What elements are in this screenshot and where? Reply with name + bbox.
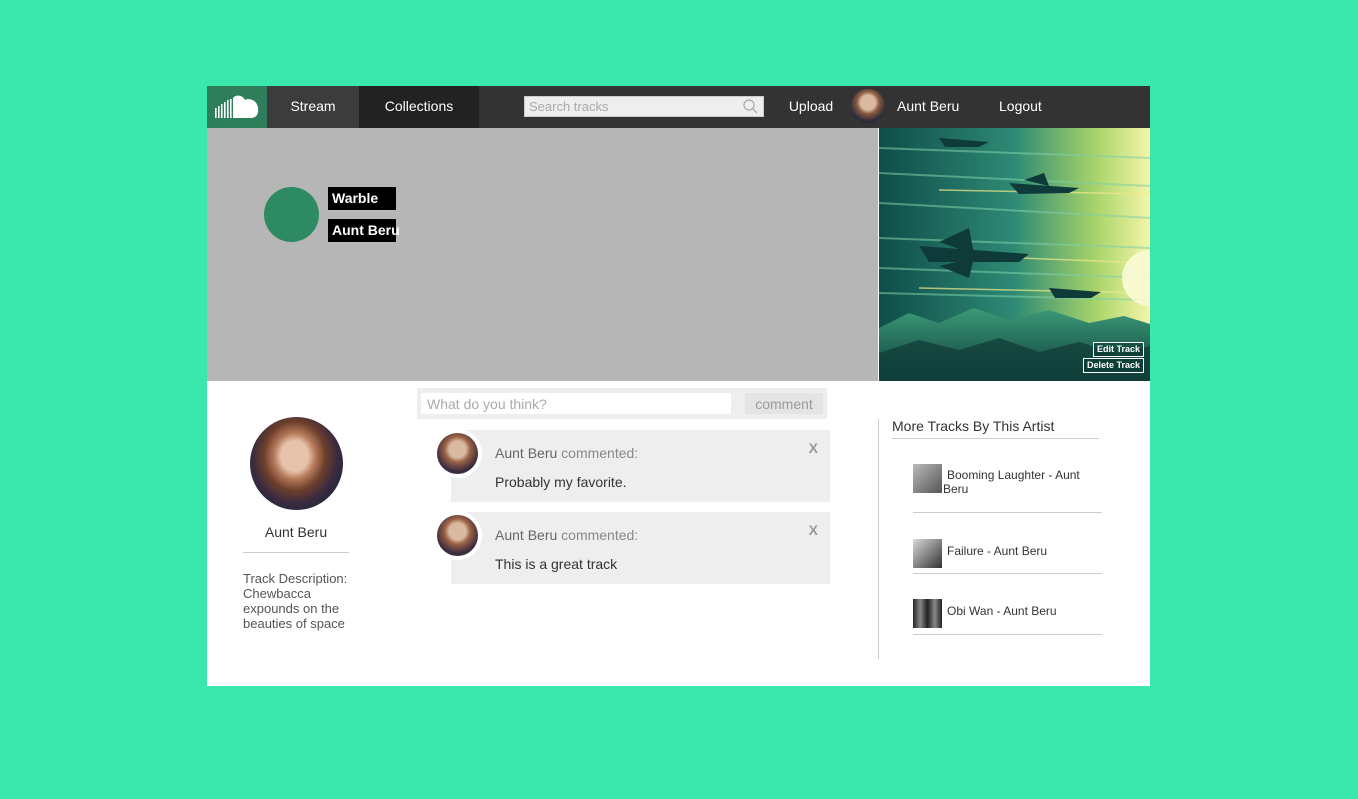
- nav-collections[interactable]: Collections: [359, 86, 479, 128]
- logo-button[interactable]: [207, 86, 267, 128]
- nav-logout[interactable]: Logout: [999, 86, 1042, 128]
- more-track-line: Beru: [943, 482, 969, 496]
- more-track-text[interactable]: Booming Laughter - Aunt Beru: [943, 468, 1080, 496]
- track-hero: Warble Aunt Beru: [207, 128, 878, 381]
- comment-author[interactable]: Aunt Beru: [495, 527, 557, 543]
- track-artwork: Edit Track Delete Track: [879, 128, 1150, 381]
- track-thumbnail: [913, 599, 942, 628]
- comment-item: Aunt Beru commented: Probably my favorit…: [451, 430, 830, 502]
- more-track-line: Booming Laughter - Aunt: [947, 468, 1080, 482]
- artist-avatar[interactable]: [250, 417, 343, 510]
- delete-track-button[interactable]: Delete Track: [1082, 358, 1144, 373]
- soundcloud-cloud-icon: [215, 95, 259, 118]
- more-tracks-heading: More Tracks By This Artist: [892, 418, 1099, 439]
- avatar-image: [437, 515, 478, 556]
- comment-header: Aunt Beru commented:: [495, 527, 638, 543]
- top-nav: Stream Collections Upload Aunt Beru Logo…: [207, 86, 1150, 128]
- track-thumbnail: [913, 539, 942, 568]
- comment-author[interactable]: Aunt Beru: [495, 445, 557, 461]
- nav-user-name[interactable]: Aunt Beru: [897, 86, 963, 128]
- avatar-image: [437, 433, 478, 474]
- more-track-text[interactable]: Obi Wan - Aunt Beru: [947, 604, 1057, 618]
- track-title: Warble: [328, 187, 396, 210]
- search-box: [524, 96, 764, 117]
- comment-header: Aunt Beru commented:: [495, 445, 638, 461]
- more-track-item[interactable]: Failure - Aunt Beru: [913, 537, 1102, 574]
- track-thumbnail: [913, 464, 942, 493]
- track-artist[interactable]: Aunt Beru: [328, 219, 400, 242]
- search-icon[interactable]: [743, 99, 758, 114]
- more-track-item[interactable]: Booming Laughter - Aunt Beru: [913, 462, 1102, 513]
- user-avatar[interactable]: [851, 89, 885, 123]
- artist-name[interactable]: Aunt Beru: [243, 524, 349, 540]
- track-description: Track Description: Chewbacca expounds on…: [243, 571, 348, 631]
- app-window: Stream Collections Upload Aunt Beru Logo…: [207, 86, 1150, 686]
- comment-body: This is a great track: [495, 556, 618, 572]
- profile-divider: [243, 552, 349, 553]
- close-icon[interactable]: X: [809, 440, 818, 456]
- sidebar-divider: [878, 419, 879, 659]
- comment-action: commented:: [561, 527, 639, 543]
- comment-item: Aunt Beru commented: This is a great tra…: [451, 512, 830, 584]
- nav-stream[interactable]: Stream: [267, 86, 359, 128]
- close-icon[interactable]: X: [809, 522, 818, 538]
- comment-avatar[interactable]: [433, 511, 482, 560]
- comment-avatar[interactable]: [433, 429, 482, 478]
- more-track-item[interactable]: Obi Wan - Aunt Beru: [913, 598, 1102, 635]
- nav-upload[interactable]: Upload: [785, 86, 837, 128]
- play-button[interactable]: [264, 187, 319, 242]
- comment-input[interactable]: [421, 393, 731, 414]
- search-input[interactable]: [525, 97, 735, 116]
- comment-action: commented:: [561, 445, 639, 461]
- comment-button[interactable]: comment: [745, 393, 823, 414]
- comment-body: Probably my favorite.: [495, 474, 627, 490]
- more-track-text[interactable]: Failure - Aunt Beru: [947, 544, 1047, 558]
- comment-form: comment: [417, 388, 827, 419]
- edit-track-button[interactable]: Edit Track: [1092, 342, 1144, 357]
